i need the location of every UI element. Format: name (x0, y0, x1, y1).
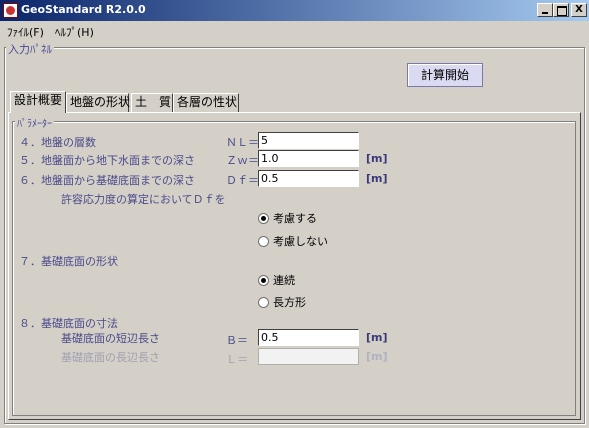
short-side-label: 基礎底面の短辺長さ (61, 332, 160, 345)
radio-shape-rectangle[interactable]: 長方形 (258, 294, 306, 310)
groundwater-depth-unit: [m] (366, 152, 388, 165)
radio-selected-icon (258, 275, 269, 286)
layer-count-input[interactable] (258, 132, 359, 149)
radio-label: 長方形 (273, 296, 306, 309)
menu-bar: ﾌｧｲﾙ(F) ﾍﾙﾌﾟ(H) (0, 21, 589, 41)
radio-selected-icon (258, 213, 269, 224)
long-side-unit: [m] (366, 350, 388, 363)
long-side-input[interactable] (258, 348, 359, 365)
short-side-symbol: Ｂ＝ (226, 334, 248, 347)
foundation-depth-input[interactable] (258, 170, 359, 187)
radio-label: 連続 (273, 274, 295, 287)
radio-label: 考慮しない (273, 235, 328, 248)
df-consider-label: 許容応力度の算定においてＤｆを (61, 193, 226, 206)
foundation-size-label: ８．基礎底面の寸法 (19, 317, 118, 330)
foundation-depth-unit: [m] (366, 172, 388, 185)
start-calculation-button[interactable]: 計算開始 (407, 63, 483, 87)
long-side-symbol: Ｌ＝ (226, 353, 248, 366)
radio-label: 考慮する (273, 212, 317, 225)
radio-df-not-consider[interactable]: 考慮しない (258, 233, 328, 249)
minimize-button[interactable] (537, 3, 553, 17)
tab-design-overview[interactable]: 設計概要 (10, 91, 66, 113)
maximize-button[interactable] (553, 3, 569, 17)
menu-file[interactable]: ﾌｧｲﾙ(F) (7, 24, 44, 40)
tab-layer-properties[interactable]: 各層の性状 (173, 93, 239, 112)
short-side-unit: [m] (366, 331, 388, 344)
tab-soil[interactable]: 土 質 (131, 93, 173, 112)
parameter-legend: ﾊﾟﾗﾒｰﾀｰ (15, 115, 54, 130)
radio-unselected-icon (258, 236, 269, 247)
layer-count-symbol: ＮＬ＝ (226, 136, 259, 149)
close-icon: X (575, 4, 583, 15)
foundation-depth-symbol: Ｄｆ＝ (226, 174, 259, 187)
layer-count-label: ４．地盤の層数 (19, 136, 96, 149)
window-title: GeoStandard R2.0.0 (21, 3, 146, 16)
radio-df-consider[interactable]: 考慮する (258, 210, 317, 226)
groundwater-depth-label: ５．地盤面から地下水面までの深さ (19, 154, 195, 167)
radio-unselected-icon (258, 297, 269, 308)
foundation-depth-label: ６．地盤面から基礎底面までの深さ (19, 174, 195, 187)
tab-ground-shape[interactable]: 地盤の形状 (66, 93, 130, 112)
foundation-shape-label: ７．基礎底面の形状 (19, 255, 118, 268)
input-panel-legend: 入力ﾊﾟﾈﾙ (6, 41, 54, 57)
groundwater-depth-symbol: Ｚｗ＝ (226, 154, 259, 167)
title-bar: GeoStandard R2.0.0 X (0, 0, 589, 21)
long-side-label: 基礎底面の長辺長さ (61, 351, 160, 364)
short-side-input[interactable] (258, 329, 359, 346)
close-button[interactable]: X (571, 3, 587, 17)
radio-shape-continuous[interactable]: 連続 (258, 272, 295, 288)
menu-help[interactable]: ﾍﾙﾌﾟ(H) (55, 24, 94, 40)
groundwater-depth-input[interactable] (258, 150, 359, 167)
app-icon (3, 3, 18, 18)
